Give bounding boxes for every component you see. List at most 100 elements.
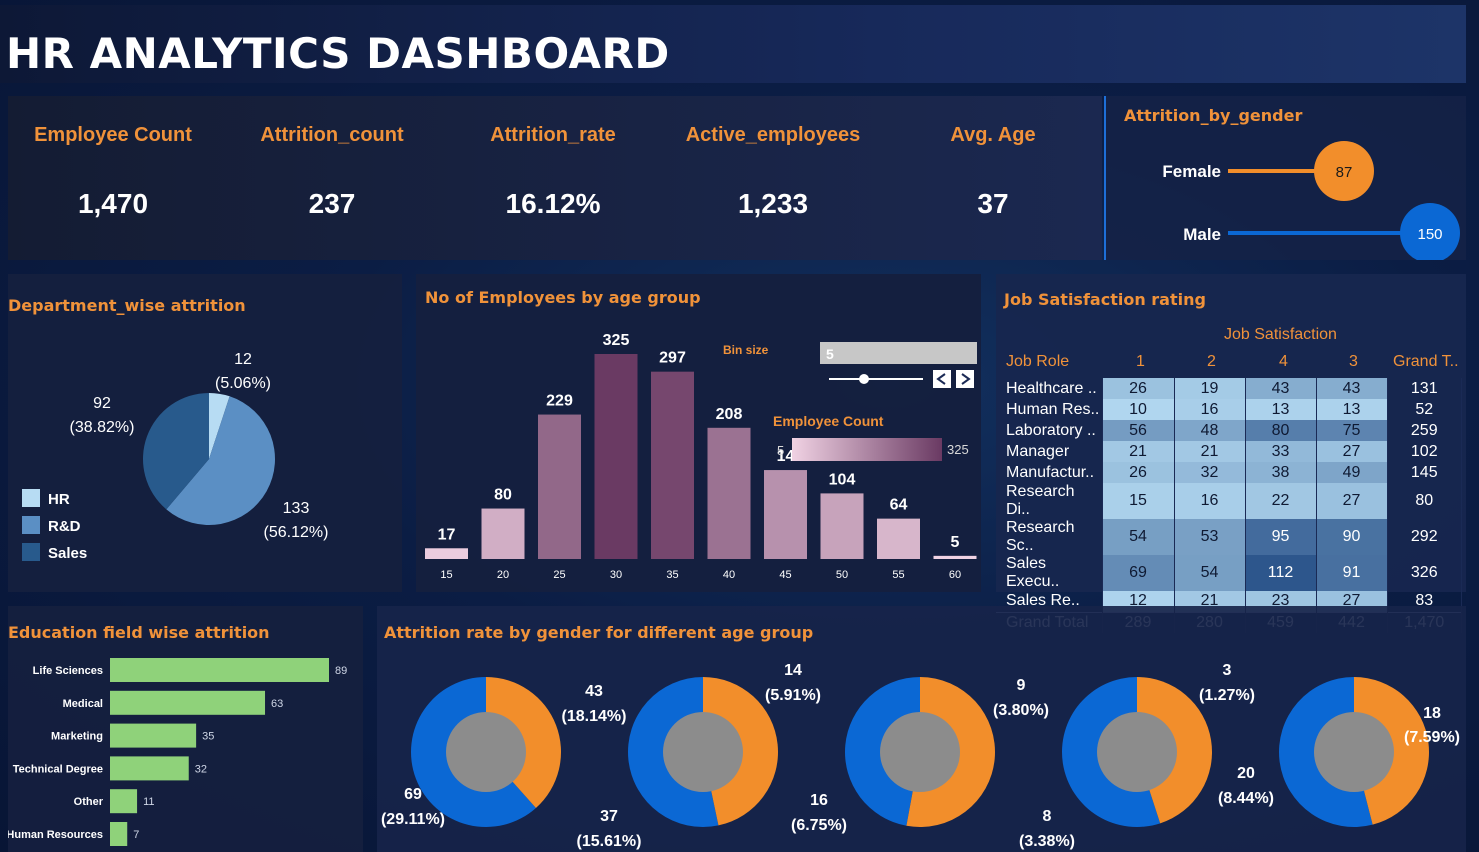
heatmap-cell[interactable]: 69 xyxy=(1102,555,1175,591)
dashboard-title: HR ANALYTICS DASHBOARD xyxy=(6,29,670,78)
donut-4-female-count: 3 xyxy=(1223,662,1232,679)
donut-5-female-pct: (7.59%) xyxy=(1404,729,1460,746)
heatmap-cell[interactable]: 48 xyxy=(1174,420,1246,441)
heatmap-cell[interactable]: 32 xyxy=(1174,462,1246,483)
age-axis-tick: 45 xyxy=(779,569,791,581)
heatmap-cell[interactable]: 26 xyxy=(1102,378,1175,399)
education-value-label: 11 xyxy=(143,796,154,808)
job-role-cell: Manufactur.. xyxy=(996,462,1103,483)
heatmap-cell[interactable]: 56 xyxy=(1102,420,1175,441)
heatmap-cell[interactable]: 53 xyxy=(1174,519,1246,555)
table-row: Human Res.. 10 16 13 13 52 xyxy=(996,399,1462,420)
age-bar-45[interactable] xyxy=(764,470,807,559)
bin-size-decrement-button[interactable] xyxy=(933,370,951,388)
heatmap-cell[interactable]: 16 xyxy=(1174,483,1246,519)
donut-3-female-count: 9 xyxy=(1017,677,1026,694)
kpi-label: Employee Count xyxy=(34,124,192,146)
age-axis-tick: 15 xyxy=(440,569,452,581)
age-axis-tick: 30 xyxy=(610,569,622,581)
education-category-label: Other xyxy=(74,796,104,808)
heatmap-cell[interactable]: 91 xyxy=(1316,555,1388,591)
heatmap-cell[interactable]: 33 xyxy=(1245,441,1317,462)
education-bar[interactable] xyxy=(110,822,128,846)
job-role-cell: Sales Execu.. xyxy=(996,555,1103,591)
age-bar-40[interactable] xyxy=(707,427,751,559)
education-bar[interactable] xyxy=(110,658,329,682)
legend-min: 5 xyxy=(777,443,784,458)
education-category-label: Medical xyxy=(63,698,103,710)
age-bar-25[interactable] xyxy=(538,414,581,559)
education-bar[interactable] xyxy=(110,690,266,715)
attrition-by-gender-panel: Attrition_by_gender Female 87 Male 150 xyxy=(1104,96,1466,260)
heatmap-cell[interactable]: 19 xyxy=(1174,378,1246,399)
panel-title: Job Satisfaction rating xyxy=(1004,290,1206,309)
age-bar-35[interactable] xyxy=(651,371,694,559)
row-total-cell: 131 xyxy=(1386,378,1462,399)
heatmap-cell[interactable]: 54 xyxy=(1174,555,1246,591)
kpi-label: Avg. Age xyxy=(950,124,1036,146)
col-header-1: 1 xyxy=(1136,353,1145,370)
bin-size-input[interactable] xyxy=(820,342,977,364)
age-axis-tick: 35 xyxy=(666,569,678,581)
gender-age-donut-charts: 43 (18.14%) 69 (29.11%) 37 (15.61%) 14 (… xyxy=(381,662,1460,850)
col-header-job-role: Job Role xyxy=(1006,353,1070,370)
bin-size-slider-handle[interactable] xyxy=(859,374,869,384)
gender-lollipop-chart: Female 87 Male 150 xyxy=(1162,141,1460,260)
age-bar-60[interactable] xyxy=(933,555,977,559)
education-bar[interactable] xyxy=(110,789,138,814)
row-total-cell: 326 xyxy=(1386,555,1462,591)
age-bar-55[interactable] xyxy=(877,518,920,559)
education-attrition-panel: Education field wise attrition Life Scie… xyxy=(8,606,363,852)
age-group-panel: No of Employees by age group 17 15 80 20 229… xyxy=(416,274,981,592)
age-bar-value-label: 208 xyxy=(716,406,743,423)
heatmap-cell[interactable]: 38 xyxy=(1245,462,1317,483)
education-bar[interactable] xyxy=(110,756,189,781)
legend-label-hr: HR xyxy=(48,491,70,508)
table-row: Healthcare .. 26 19 43 43 131 xyxy=(996,378,1462,399)
heatmap-cell[interactable]: 112 xyxy=(1245,555,1317,591)
heatmap-cell[interactable]: 15 xyxy=(1102,483,1175,519)
donut-2-hole xyxy=(663,712,743,792)
heatmap-cell[interactable]: 27 xyxy=(1316,441,1388,462)
kpi-value: 237 xyxy=(308,188,356,219)
heatmap-cell[interactable]: 95 xyxy=(1245,519,1317,555)
heatmap-cell[interactable]: 43 xyxy=(1316,378,1388,399)
bin-size-increment-button[interactable] xyxy=(956,370,974,388)
heatmap-cell[interactable]: 43 xyxy=(1245,378,1317,399)
donut-3-female-pct: (3.80%) xyxy=(993,702,1049,719)
donut-4-male-pct: (8.44%) xyxy=(1218,790,1274,807)
bin-size-label: Bin size xyxy=(723,343,769,357)
kpi-value: 1,233 xyxy=(737,188,809,219)
heatmap-cell[interactable]: 27 xyxy=(1316,483,1388,519)
age-axis-tick: 55 xyxy=(892,569,904,581)
age-bar-50[interactable] xyxy=(820,493,864,559)
heatmap-cell[interactable]: 75 xyxy=(1316,420,1388,441)
heatmap-cell[interactable]: 90 xyxy=(1316,519,1388,555)
donut-4-male-count: 20 xyxy=(1237,765,1255,782)
heatmap-cell[interactable]: 13 xyxy=(1316,399,1388,420)
heatmap-cell[interactable]: 22 xyxy=(1245,483,1317,519)
donut-2-female-count: 14 xyxy=(784,662,802,679)
heatmap-cell[interactable]: 16 xyxy=(1174,399,1246,420)
gender-label-male: Male xyxy=(1183,225,1221,244)
education-value-label: 7 xyxy=(133,829,139,841)
age-bar-15[interactable] xyxy=(425,548,468,559)
age-bar-30[interactable] xyxy=(594,354,638,559)
heatmap-cell[interactable]: 26 xyxy=(1102,462,1175,483)
table-header-group: Job Satisfaction xyxy=(1224,326,1337,343)
heatmap-cell[interactable]: 54 xyxy=(1102,519,1175,555)
education-value-label: 32 xyxy=(195,763,207,775)
heatmap-cell[interactable]: 21 xyxy=(1102,441,1175,462)
age-bar-value-label: 64 xyxy=(890,497,908,514)
heatmap-cell[interactable]: 10 xyxy=(1102,399,1175,420)
age-bar-value-label: 297 xyxy=(659,350,686,367)
heatmap-cell[interactable]: 13 xyxy=(1245,399,1317,420)
donut-5-female-count: 18 xyxy=(1423,705,1441,722)
title-bar: HR ANALYTICS DASHBOARD xyxy=(0,5,1466,83)
education-bar[interactable] xyxy=(110,723,197,748)
heatmap-cell[interactable]: 80 xyxy=(1245,420,1317,441)
heatmap-cell[interactable]: 49 xyxy=(1316,462,1388,483)
heatmap-cell[interactable]: 21 xyxy=(1174,441,1246,462)
age-bar-20[interactable] xyxy=(481,508,525,559)
legend-label-rd: R&D xyxy=(48,518,81,535)
